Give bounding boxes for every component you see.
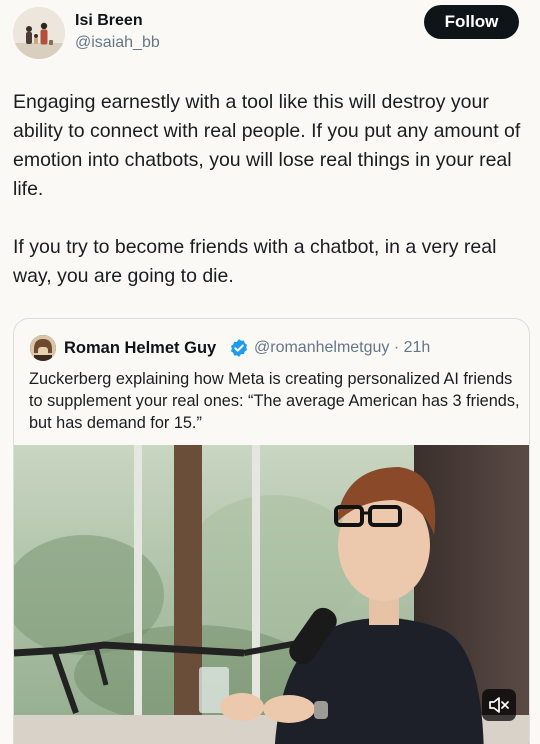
quoted-author-avatar[interactable] xyxy=(30,335,56,361)
tweet-text: Engaging earnestly with a tool like this… xyxy=(13,88,529,291)
tweet-view: Isi Breen @isaiah_bb Follow Engaging ear… xyxy=(0,0,540,744)
mute-icon xyxy=(489,697,509,713)
quoted-tweet-text: Zuckerberg explaining how Meta is creati… xyxy=(29,370,520,432)
quoted-author-name[interactable]: Roman Helmet Guy xyxy=(64,339,216,358)
video-thumbnail[interactable] xyxy=(14,445,529,744)
tweet-paragraph: If you try to become friends with a chat… xyxy=(13,236,497,287)
tweet-paragraph: Engaging earnestly with a tool like this… xyxy=(13,91,521,200)
family-photo-avatar xyxy=(13,7,65,59)
author-handle[interactable]: @isaiah_bb xyxy=(75,34,160,52)
author-avatar[interactable] xyxy=(13,7,65,59)
quoted-handle-time[interactable]: @romanhelmetguy · 21h xyxy=(254,339,430,357)
author-name[interactable]: Isi Breen xyxy=(75,12,143,30)
verified-badge-icon xyxy=(231,339,247,357)
mute-button[interactable] xyxy=(482,689,516,721)
quoted-tweet[interactable]: Roman Helmet Guy @romanhelmetguy · 21h Z… xyxy=(13,318,530,744)
follow-button[interactable]: Follow xyxy=(424,5,519,39)
helmet-avatar-icon xyxy=(30,335,56,361)
video-frame-image xyxy=(14,445,529,744)
